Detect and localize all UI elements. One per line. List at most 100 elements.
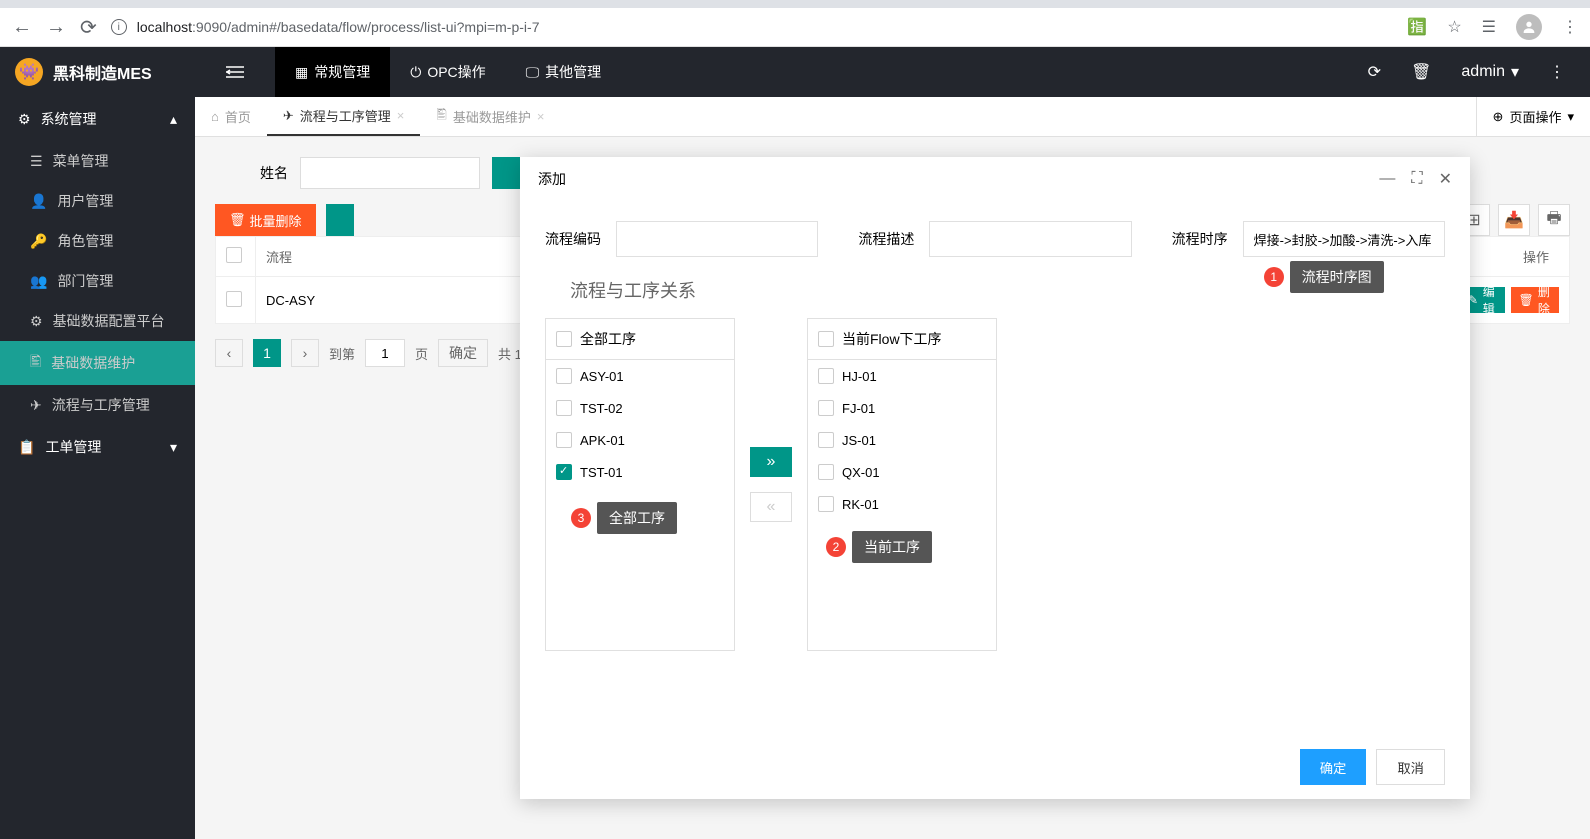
select-all-checkbox[interactable] — [226, 247, 242, 263]
delete-button[interactable]: 🗑删除 — [1511, 287, 1559, 313]
trash-icon: 🗑 — [1519, 293, 1534, 307]
seq-input[interactable] — [1243, 221, 1445, 257]
reader-icon[interactable]: ☰ — [1482, 17, 1496, 37]
logo[interactable]: 👾 黑科制造MES — [0, 58, 195, 86]
item-checkbox[interactable] — [818, 368, 834, 384]
nav-other[interactable]: 🖵 其他管理 — [506, 47, 622, 97]
transfer-right-item[interactable]: FJ-01 — [808, 392, 996, 424]
url-host: localhost:9090/admin#/basedata/flow/proc… — [137, 19, 540, 35]
send-icon: ✈ — [30, 397, 42, 414]
item-checkbox[interactable] — [556, 464, 572, 480]
trash-icon[interactable]: 🗑 — [1411, 62, 1431, 82]
desc-label: 流程描述 — [858, 229, 914, 249]
print-icon[interactable]: 🖶 — [1538, 204, 1570, 236]
maximize-icon[interactable]: ⛶ — [1411, 170, 1422, 188]
item-checkbox[interactable] — [556, 368, 572, 384]
forward-icon[interactable]: → — [46, 16, 66, 39]
code-input[interactable] — [616, 221, 818, 257]
item-checkbox[interactable] — [818, 496, 834, 512]
user-menu[interactable]: admin ▾ — [1461, 62, 1519, 82]
item-checkbox[interactable] — [556, 432, 572, 448]
item-code: QX-01 — [842, 465, 880, 480]
cancel-button[interactable]: 取消 — [1376, 749, 1445, 785]
move-right-button[interactable]: » — [750, 447, 792, 477]
refresh-data-icon[interactable]: ⟳ — [1368, 62, 1381, 82]
content-area: ⌂首页 ✈流程与工序管理× 🖺基础数据维护× ⊕页面操作▾ 姓名 🗑批量删除 ⊞… — [195, 97, 1590, 839]
user-name: admin — [1461, 63, 1505, 81]
more-icon[interactable]: ⋮ — [1549, 62, 1565, 82]
gear-icon: ⚙ — [18, 111, 31, 128]
sidebar-item-role[interactable]: 🔑角色管理 — [0, 221, 195, 261]
item-code: TST-02 — [580, 401, 623, 416]
row-checkbox[interactable] — [226, 291, 242, 307]
nav-label: 其他管理 — [545, 62, 601, 82]
back-icon[interactable]: ← — [12, 16, 32, 39]
sidebar-item-label: 菜单管理 — [53, 151, 109, 171]
add-modal: 添加 — ⛶ ✕ 流程编码 流程描述 — [520, 157, 1470, 799]
confirm-button[interactable]: 确定 — [1300, 749, 1367, 785]
tab-flow-process[interactable]: ✈流程与工序管理× — [267, 97, 421, 136]
right-header-label: 当前Flow下工序 — [842, 329, 942, 349]
item-checkbox[interactable] — [818, 464, 834, 480]
site-info-icon[interactable]: i — [111, 19, 127, 35]
search-name-input[interactable] — [300, 157, 480, 189]
tab-basedata[interactable]: 🖺基础数据维护× — [420, 97, 560, 136]
item-checkbox[interactable] — [556, 400, 572, 416]
nav-normal-manage[interactable]: ▦ 常规管理 — [275, 47, 390, 97]
profile-icon[interactable] — [1516, 14, 1542, 40]
transfer-left-item[interactable]: TST-02 — [546, 392, 734, 424]
transfer-left-item[interactable]: ASY-01 — [546, 360, 734, 392]
annotation-label-1: 流程时序图 — [1290, 261, 1384, 293]
sidebar-group-workorder[interactable]: 📋 工单管理 ▾ — [0, 425, 195, 469]
sidebar-item-basedata-maintain[interactable]: 🖺基础数据维护 — [0, 341, 195, 385]
db-icon: 🖺 — [436, 106, 446, 128]
batch-delete-button[interactable]: 🗑批量删除 — [215, 204, 316, 236]
annotation-badge-1: 1 — [1264, 267, 1284, 287]
transfer-right-item[interactable]: HJ-01 — [808, 360, 996, 392]
page-1-button[interactable]: 1 — [253, 339, 281, 367]
tab-home[interactable]: ⌂首页 — [195, 97, 267, 136]
transfer-left-item[interactable]: TST-01 — [546, 456, 734, 488]
item-checkbox[interactable] — [818, 400, 834, 416]
annotation-label-3: 全部工序 — [597, 502, 677, 534]
close-icon[interactable]: ✕ — [1439, 169, 1452, 189]
sidebar-item-flow[interactable]: ✈流程与工序管理 — [0, 385, 195, 425]
add-button[interactable] — [326, 204, 354, 236]
sidebar-group-system[interactable]: ⚙ 系统管理 ▴ — [0, 97, 195, 141]
move-left-button[interactable]: « — [750, 492, 792, 522]
next-page-button[interactable]: › — [291, 339, 319, 367]
item-checkbox[interactable] — [818, 432, 834, 448]
code-label: 流程编码 — [545, 229, 601, 249]
bookmark-icon[interactable]: ☆ — [1447, 17, 1461, 37]
transfer-left-item[interactable]: APK-01 — [546, 424, 734, 456]
gear-icon: ⚙ — [30, 313, 43, 330]
prev-page-button[interactable]: ‹ — [215, 339, 243, 367]
browser-tabs-bar — [0, 0, 1590, 8]
sidebar-item-dept[interactable]: 👥部门管理 — [0, 261, 195, 301]
goto-confirm-button[interactable]: 确定 — [438, 339, 488, 367]
transfer-right-item[interactable]: JS-01 — [808, 424, 996, 456]
close-icon[interactable]: × — [397, 108, 405, 123]
menu-icon[interactable]: ⋮ — [1562, 17, 1578, 37]
translate-icon[interactable]: 🈯 — [1407, 17, 1427, 37]
power-icon: ⏻ — [410, 64, 421, 81]
transfer-right-item[interactable]: RK-01 — [808, 488, 996, 520]
close-icon[interactable]: × — [537, 109, 545, 124]
page-input[interactable] — [365, 339, 405, 367]
nav-opc[interactable]: ⏻ OPC操作 — [390, 47, 505, 97]
sidebar-item-basedata-config[interactable]: ⚙基础数据配置平台 — [0, 301, 195, 341]
transfer-right-item[interactable]: QX-01 — [808, 456, 996, 488]
calendar-icon: 📋 — [18, 439, 35, 456]
page-operations-menu[interactable]: ⊕页面操作▾ — [1476, 97, 1590, 136]
left-select-all-checkbox[interactable] — [556, 331, 572, 347]
minimize-icon[interactable]: — — [1379, 170, 1395, 188]
desc-input[interactable] — [929, 221, 1131, 257]
right-select-all-checkbox[interactable] — [818, 331, 834, 347]
sidebar-toggle-icon[interactable] — [195, 47, 275, 97]
left-header-label: 全部工序 — [580, 329, 636, 349]
sidebar-item-menu[interactable]: ☰菜单管理 — [0, 141, 195, 181]
export-icon[interactable]: 📥 — [1498, 204, 1530, 236]
refresh-icon[interactable]: ⟳ — [80, 15, 97, 40]
chevron-down-icon: ▾ — [170, 439, 177, 456]
sidebar-item-user[interactable]: 👤用户管理 — [0, 181, 195, 221]
